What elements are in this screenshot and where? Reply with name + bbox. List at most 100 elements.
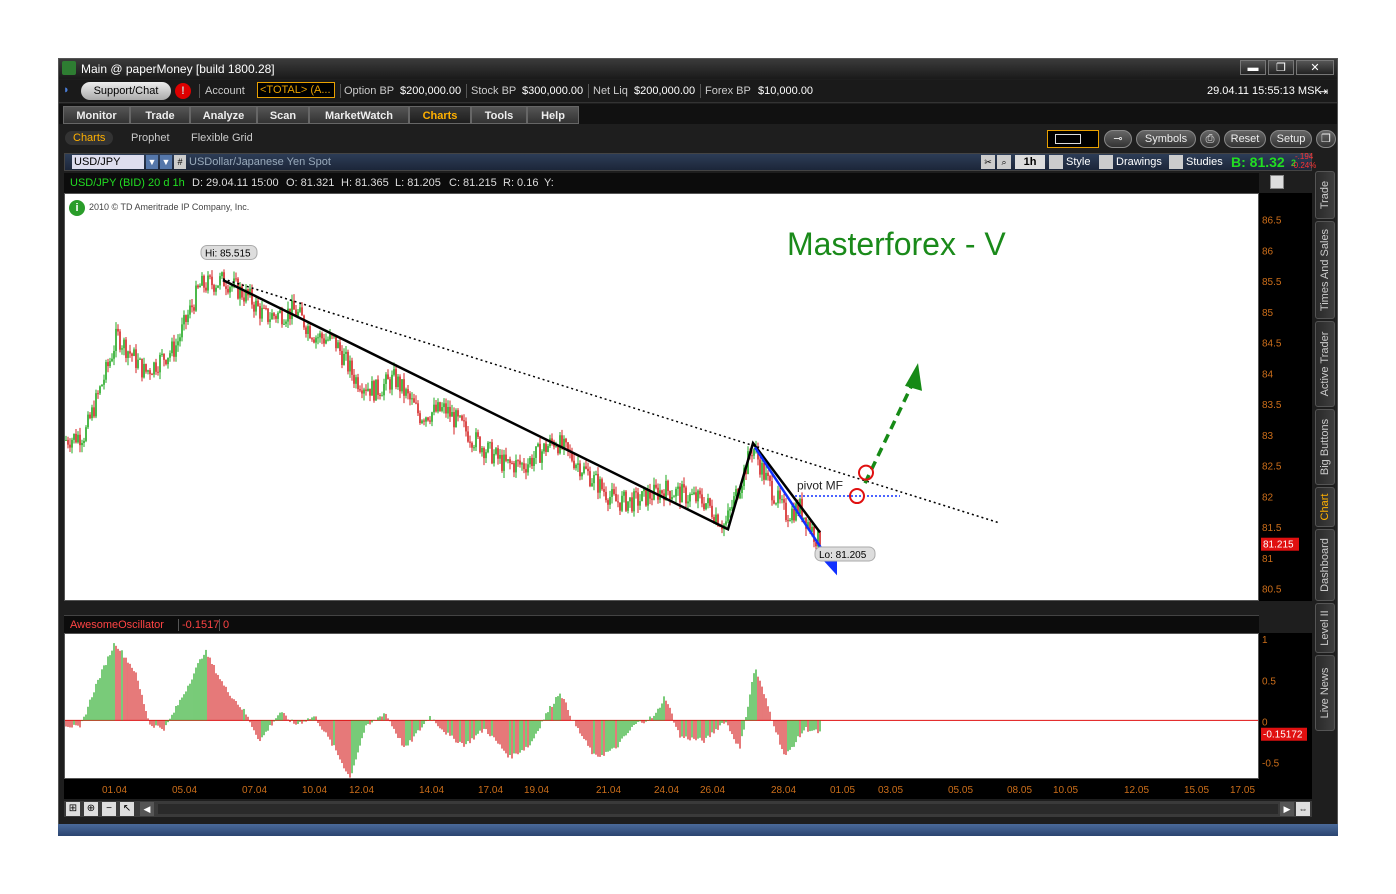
tab-charts[interactable]: Charts <box>409 106 471 124</box>
link-icon[interactable]: ⊸ <box>1104 130 1132 148</box>
support-chat-button[interactable]: Support/Chat <box>81 82 171 100</box>
side-tab-big-buttons[interactable]: Big Buttons <box>1315 409 1335 485</box>
crosshair-tool-icon[interactable]: ✂ <box>981 155 995 169</box>
side-tab-level-ii[interactable]: Level II <box>1315 603 1335 653</box>
candle-body <box>347 351 349 372</box>
subtab-prophet[interactable]: Prophet <box>131 132 170 144</box>
candle-body <box>671 496 673 500</box>
tab-scan[interactable]: Scan <box>257 106 309 124</box>
info-icon[interactable]: i <box>69 200 85 216</box>
side-tab-trade[interactable]: Trade <box>1315 171 1335 219</box>
date-axis: 01.04 05.04 07.04 10.04 12.04 14.04 17.04 19.04… <box>64 779 1312 799</box>
print-icon[interactable]: ⎙ <box>1200 130 1220 148</box>
side-tab-chart[interactable]: Chart <box>1315 487 1335 527</box>
candle-body <box>127 351 129 358</box>
candle-body <box>543 443 545 452</box>
chart-scrollbar[interactable]: ⊞ ⊕ − ↖ ◀ ▶ ⇔ <box>64 801 1312 817</box>
subtab-flexible-grid[interactable]: Flexible Grid <box>191 132 253 144</box>
zoom-in-icon[interactable]: ⊕ <box>84 802 98 816</box>
symbol-dropdown-icon[interactable]: ▼ <box>146 155 158 169</box>
scroll-right-icon[interactable]: ▶ <box>1280 802 1294 816</box>
candle-body <box>485 452 487 459</box>
expand-arrow-icon[interactable]: ◗ <box>63 84 70 96</box>
chart-settings-icon[interactable] <box>1270 175 1284 189</box>
reset-button[interactable]: Reset <box>1224 130 1266 148</box>
side-tab-live-news[interactable]: Live News <box>1315 655 1335 731</box>
candle-body <box>115 328 117 351</box>
candle-body <box>119 331 121 350</box>
date-tick-label: 10.05 <box>1053 785 1078 796</box>
candle-body <box>451 412 453 417</box>
info-open: O: 81.321 <box>286 177 335 189</box>
candle-body <box>405 389 407 396</box>
studies-button[interactable]: Studies <box>1186 156 1223 168</box>
candle-body <box>697 490 699 502</box>
candle-body <box>395 369 397 388</box>
candle-body <box>589 471 591 487</box>
symbols-button[interactable]: Symbols <box>1136 130 1196 148</box>
style-icon[interactable] <box>1049 155 1063 169</box>
grid-layout-selector[interactable] <box>1047 130 1099 148</box>
tab-analyze[interactable]: Analyze <box>190 106 257 124</box>
setup-button[interactable]: Setup <box>1270 130 1312 148</box>
close-button[interactable]: ✕ <box>1296 60 1334 75</box>
zoom-out-icon[interactable]: − <box>102 802 116 816</box>
logout-icon[interactable]: ⇥ <box>1319 85 1328 98</box>
subtab-charts[interactable]: Charts <box>65 131 114 145</box>
candle-body <box>243 297 245 302</box>
tab-monitor[interactable]: Monitor <box>63 106 130 124</box>
candle-body <box>695 492 697 502</box>
candle-body <box>439 402 441 411</box>
candle-body <box>793 508 795 521</box>
candle-body <box>275 315 277 319</box>
candle-body <box>175 345 177 357</box>
scroll-left-icon[interactable]: ◀ <box>140 802 154 816</box>
drawings-button[interactable]: Drawings <box>1116 156 1162 168</box>
tab-help[interactable]: Help <box>527 106 579 124</box>
side-tab-dashboard[interactable]: Dashboard <box>1315 529 1335 601</box>
expand-icon[interactable]: ⇔ <box>1296 802 1310 816</box>
tab-marketwatch[interactable]: MarketWatch <box>309 106 409 124</box>
candle-body <box>301 307 303 316</box>
candle-body <box>775 503 777 505</box>
candle-body <box>193 307 195 311</box>
price-tick-label: 85 <box>1262 308 1274 319</box>
symbol-input[interactable]: USD/JPY <box>72 155 144 169</box>
maximize-button[interactable]: ❐ <box>1268 60 1294 75</box>
detach-icon[interactable]: ❐ <box>1316 130 1336 148</box>
timeframe-button[interactable]: 1h <box>1015 155 1045 169</box>
scroll-track[interactable] <box>158 804 1278 814</box>
oscillator-chart[interactable] <box>64 633 1259 779</box>
style-button[interactable]: Style <box>1066 156 1090 168</box>
candle-body <box>651 498 653 500</box>
tab-tools[interactable]: Tools <box>471 106 527 124</box>
candle-body <box>205 287 207 291</box>
symbol-menu-icon[interactable]: ▼ <box>160 155 172 169</box>
hash-icon[interactable]: # <box>174 155 186 169</box>
candle-body <box>191 305 193 308</box>
candle-body <box>393 369 395 375</box>
candle-body <box>409 393 411 400</box>
price-chart[interactable]: pivot MF Hi: 85.515 Lo: 81.205 i 2010 © TD… <box>64 193 1259 601</box>
studies-icon[interactable] <box>1169 155 1183 169</box>
side-tab-active-trader[interactable]: Active Trader <box>1315 321 1335 407</box>
candle-body <box>769 475 771 481</box>
drawings-icon[interactable] <box>1099 155 1113 169</box>
candle-body <box>413 398 415 403</box>
candle-body <box>525 469 527 473</box>
zoom-tool-icon[interactable]: ⌕ <box>997 155 1011 169</box>
minimize-button[interactable]: ▬ <box>1240 60 1266 75</box>
account-selector[interactable]: <TOTAL> (A... <box>257 82 335 98</box>
candle-body <box>135 349 137 368</box>
side-tab-times-and-sales[interactable]: Times And Sales <box>1315 221 1335 319</box>
candle-body <box>147 370 149 372</box>
candle-body <box>565 438 567 443</box>
grid-icon[interactable]: ⊞ <box>66 802 80 816</box>
date-tick-label: 15.05 <box>1184 785 1209 796</box>
info-low: L: 81.205 <box>395 177 441 189</box>
alert-button[interactable]: ! <box>175 83 191 99</box>
pointer-icon[interactable]: ↖ <box>120 802 134 816</box>
candle-body <box>583 466 585 474</box>
candle-body <box>279 310 281 313</box>
tab-trade[interactable]: Trade <box>130 106 190 124</box>
